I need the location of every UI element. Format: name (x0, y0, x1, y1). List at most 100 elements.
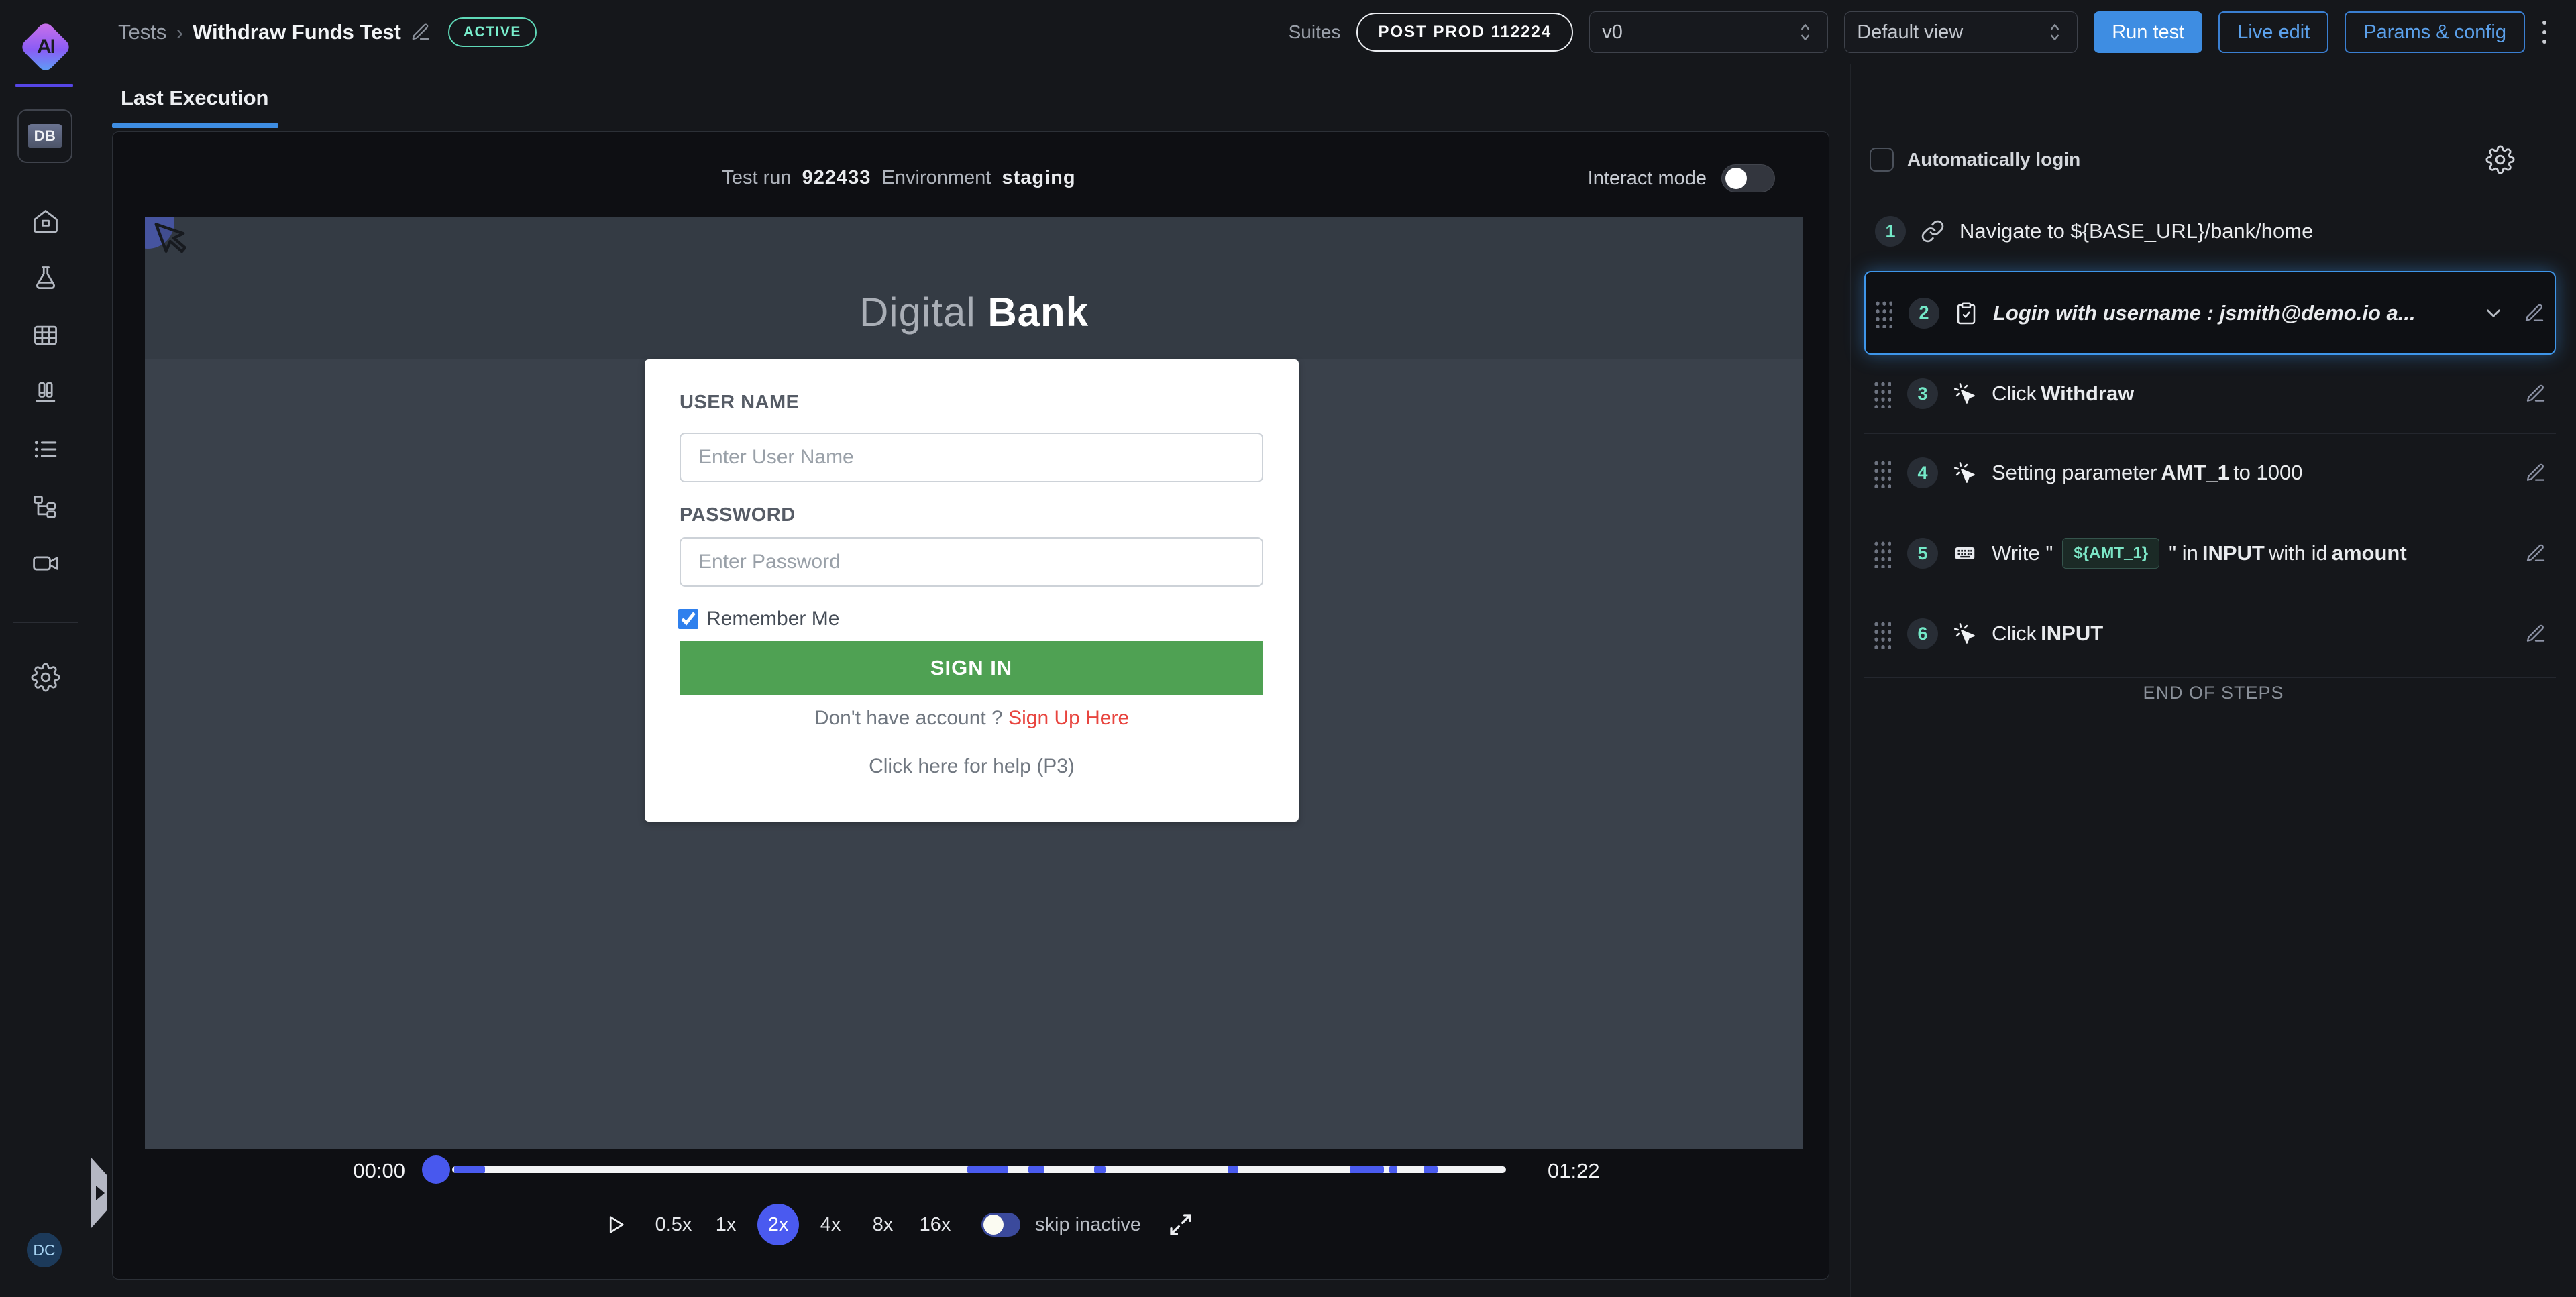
signup-link: Sign Up Here (1008, 707, 1129, 729)
interact-mode-label: Interact mode (1588, 168, 1707, 190)
clipboard-check-icon (1954, 301, 1978, 325)
steps-list: 1 Navigate to ${BASE_URL}/bank/home 2Login… (1851, 64, 2576, 1297)
speed-option-16x[interactable]: 16x (914, 1204, 956, 1245)
drag-handle-icon[interactable] (1872, 539, 1891, 568)
step-row-5[interactable]: 5Write " ${AMT_1} " in INPUT with id amo… (1864, 513, 2556, 594)
skip-inactive-toggle[interactable] (981, 1213, 1020, 1237)
view-select[interactable]: Default view (1844, 11, 2078, 53)
played-segment (1028, 1166, 1044, 1173)
toggle-knob (1725, 168, 1747, 189)
suite-pill[interactable]: POST PROD 112224 (1356, 13, 1573, 52)
remember-me-row: Remember Me (678, 608, 839, 630)
test-run-label: Test run (722, 167, 791, 188)
interact-mode-control: Interact mode (1588, 164, 1775, 192)
step-text: Setting parameter AMT_1 to 1000 (1992, 461, 2303, 485)
speed-option-1x[interactable]: 1x (705, 1204, 747, 1245)
logo-accent-line (15, 84, 73, 87)
seek-thumb[interactable] (422, 1155, 450, 1184)
speed-option-0.5x[interactable]: 0.5x (653, 1204, 694, 1245)
edit-title-icon[interactable] (411, 22, 431, 42)
end-of-steps-label: END OF STEPS (1851, 683, 2576, 703)
password-field (680, 537, 1263, 587)
drag-handle-icon[interactable] (1872, 619, 1891, 648)
username-label: USER NAME (680, 392, 800, 414)
cursor-click-icon (1953, 461, 1977, 485)
step-row-2[interactable]: 2Login with username : jsmith@demo.io a.… (1864, 271, 2556, 355)
test-run-id: 922433 (802, 167, 871, 188)
list-icon[interactable] (31, 435, 60, 464)
step-text: Login with username : jsmith@demo.io a..… (1993, 301, 2416, 325)
sidebar: AI DB DC (0, 0, 91, 1297)
tab-last-execution[interactable]: Last Execution (121, 86, 269, 110)
edit-step-icon[interactable] (2525, 543, 2546, 564)
gear-icon[interactable] (31, 663, 60, 692)
played-segment (967, 1166, 1008, 1173)
fullscreen-icon[interactable] (1167, 1210, 1195, 1239)
remember-me-label: Remember Me (706, 608, 839, 630)
drag-handle-icon[interactable] (1872, 458, 1891, 488)
play-icon[interactable] (603, 1213, 627, 1237)
current-time: 00:00 (338, 1159, 405, 1183)
flask-icon[interactable] (31, 264, 60, 293)
drag-handle-icon[interactable] (1874, 298, 1892, 328)
breadcrumb-root[interactable]: Tests (118, 20, 166, 44)
chevron-down-icon[interactable] (2482, 302, 2505, 325)
step-number-badge: 3 (1907, 378, 1938, 409)
played-segment (1389, 1166, 1398, 1173)
home-icon[interactable] (31, 207, 60, 236)
keyboard-icon (1953, 541, 1977, 565)
step-number-badge: 6 (1907, 618, 1938, 649)
step-row-1[interactable]: 1 Navigate to ${BASE_URL}/bank/home (1864, 191, 2556, 272)
live-edit-button[interactable]: Live edit (2218, 11, 2328, 53)
tree-icon[interactable] (31, 492, 60, 521)
edit-step-icon[interactable] (2525, 623, 2546, 644)
run-test-button[interactable]: Run test (2094, 11, 2202, 53)
bank-title-light: Digital (859, 290, 976, 335)
collapse-arrow-icon (96, 1186, 105, 1200)
more-options-icon[interactable] (2541, 15, 2548, 49)
speed-option-8x[interactable]: 8x (862, 1204, 904, 1245)
step-row-6[interactable]: 6Click INPUT (1864, 594, 2556, 674)
video-frame[interactable]: Digital Bank USER NAME PASSWORD Remember… (145, 217, 1803, 1149)
sidebar-collapse-handle[interactable] (91, 1157, 107, 1229)
environment-label: Environment (882, 167, 991, 188)
version-select-value: v0 (1602, 21, 1623, 44)
bank-page-header (145, 217, 1803, 359)
speed-option-4x[interactable]: 4x (810, 1204, 851, 1245)
grid-icon[interactable] (31, 321, 60, 350)
workspace-badge: DB (28, 124, 63, 148)
params-config-button[interactable]: Params & config (2345, 11, 2525, 53)
version-select[interactable]: v0 (1589, 11, 1828, 53)
suites-label: Suites (1289, 21, 1341, 43)
step-text: Navigate to ${BASE_URL}/bank/home (1960, 219, 2313, 243)
player-timeline: 00:00 01:22 (113, 1149, 1829, 1196)
edit-step-icon[interactable] (2525, 383, 2546, 404)
step-row-3[interactable]: 3 Click Withdraw (1864, 353, 2556, 434)
edit-step-icon[interactable] (2524, 302, 2545, 324)
skip-inactive-label: skip inactive (1035, 1214, 1141, 1236)
speed-option-2x[interactable]: 2x (757, 1204, 799, 1245)
page-title: Withdraw Funds Test (193, 20, 401, 44)
step-row-4[interactable]: 4 Setting parameter AMT_1 to 1000 (1864, 433, 2556, 513)
edit-step-icon[interactable] (2525, 462, 2546, 484)
link-icon (1921, 219, 1945, 243)
user-avatar[interactable]: DC (27, 1233, 62, 1267)
topbar-actions: Suites POST PROD 112224 v0 Default view … (1289, 0, 2548, 64)
played-segment (1094, 1166, 1106, 1173)
drag-handle-icon[interactable] (1872, 379, 1891, 408)
seek-track[interactable] (452, 1166, 1506, 1173)
step-text: Click Withdraw (1992, 382, 2134, 406)
breadcrumb-separator: › (176, 20, 183, 45)
step-number-badge: 4 (1907, 457, 1938, 488)
step-number-badge: 1 (1875, 216, 1906, 247)
app-logo-icon[interactable]: AI (19, 20, 72, 73)
sign-in-button: SIGN IN (680, 641, 1263, 695)
bank-title: Digital Bank (145, 289, 1803, 335)
columns-icon[interactable] (31, 378, 60, 407)
cursor-click-icon (1953, 622, 1977, 646)
parameter-chip: ${AMT_1} (2062, 538, 2159, 569)
workspace-switcher[interactable]: DB (17, 109, 72, 163)
interact-mode-toggle[interactable] (1721, 164, 1775, 192)
total-time: 01:22 (1548, 1159, 1600, 1183)
video-camera-icon[interactable] (31, 549, 60, 578)
